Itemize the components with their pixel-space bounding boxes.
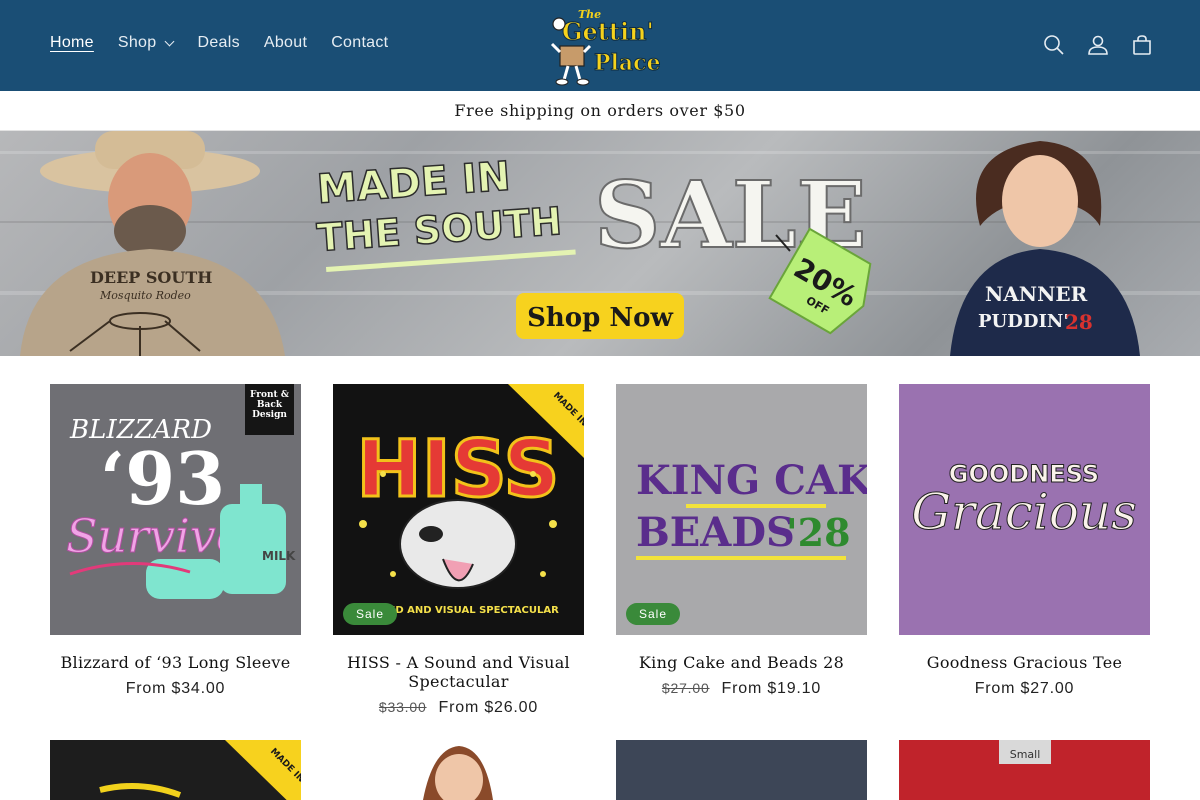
- shop-now-label: Shop Now: [527, 303, 673, 333]
- product-image[interactable]: GOODNESS Gracious: [899, 384, 1150, 635]
- product-image[interactable]: HISS SOUND AND VISUAL SPECTACULAR MADE I…: [333, 384, 584, 635]
- product-card[interactable]: [333, 740, 584, 800]
- right-shirt-text-3: 28: [1065, 310, 1093, 334]
- kingcake-art-text-3: '28: [786, 510, 851, 555]
- product-title[interactable]: Blizzard of ‘93 Long Sleeve: [50, 653, 301, 672]
- product-title[interactable]: King Cake and Beads 28: [616, 653, 867, 672]
- price-old: $33.00: [378, 699, 427, 715]
- left-shirt-text-2: Mosquito Rodeo: [99, 289, 191, 302]
- main-nav: Home Shop Deals About Contact: [38, 30, 400, 56]
- kingcake-art-text-1: KING CAKE: [636, 457, 867, 504]
- nav-home-label: Home: [50, 34, 94, 51]
- product-price: From $27.00: [899, 680, 1150, 698]
- product-card[interactable]: HISS SOUND AND VISUAL SPECTACULAR MADE I…: [333, 384, 584, 717]
- chevron-down-icon: [165, 36, 175, 46]
- product-price: $33.00 From $26.00: [333, 699, 584, 717]
- product-image[interactable]: [616, 740, 867, 800]
- made-in-south-corner: MADE IN THE SOUTH: [225, 740, 301, 800]
- product-image[interactable]: Small: [899, 740, 1150, 800]
- goodness-art-text-2: Gracious: [911, 483, 1137, 541]
- right-shirt-text-2: PUDDIN': [978, 311, 1069, 332]
- product-title[interactable]: HISS - A Sound and Visual Spectacular: [333, 653, 584, 691]
- price-old: $27.00: [661, 680, 710, 696]
- shop-now-button[interactable]: Shop Now: [516, 293, 684, 339]
- product-card[interactable]: KING CAKE BEADS '28 Sale King Cake and B…: [616, 384, 867, 698]
- cart-icon[interactable]: [1130, 28, 1154, 62]
- nav-contact-label: Contact: [331, 34, 389, 51]
- size-tag-text: Small: [1010, 748, 1041, 761]
- nav-about-label: About: [263, 34, 308, 51]
- nav-deals-label: Deals: [197, 34, 240, 51]
- search-icon[interactable]: [1042, 28, 1066, 62]
- nav-shop-label: Shop: [117, 34, 157, 51]
- left-shirt-text-1: DEEP SOUTH: [90, 268, 212, 287]
- right-shirt-text-1: NANNER: [985, 282, 1088, 306]
- product-title[interactable]: Goodness Gracious Tee: [899, 653, 1150, 672]
- milk-text: MILK: [262, 549, 296, 563]
- product-price: $27.00 From $19.10: [616, 680, 867, 698]
- site-header: Home Shop Deals About Contact The Gettin…: [0, 0, 1200, 91]
- nav-about[interactable]: About: [252, 30, 319, 56]
- product-image[interactable]: MADE IN THE SOUTH: [50, 740, 301, 800]
- announcement-text: Free shipping on orders over $50: [454, 101, 746, 120]
- price-current: From $26.00: [438, 699, 539, 716]
- product-card[interactable]: Small: [899, 740, 1150, 800]
- nav-shop[interactable]: Shop: [106, 30, 186, 56]
- made-in-south-corner: MADE IN THE SOUTH: [508, 384, 584, 458]
- nav-home[interactable]: Home: [38, 30, 106, 56]
- product-image[interactable]: BLIZZARD ‘93 Survivor MILK Front & Back …: [50, 384, 301, 635]
- site-logo[interactable]: The Gettin' Place: [540, 4, 661, 88]
- product-price: From $34.00: [50, 680, 301, 698]
- logo-place-text: Place: [594, 50, 660, 76]
- account-icon[interactable]: [1086, 28, 1110, 62]
- hero-banner[interactable]: DEEP SOUTH Mosquito Rodeo MADE IN THE SO…: [0, 131, 1200, 356]
- nav-contact[interactable]: Contact: [319, 30, 400, 56]
- price-current: From $34.00: [125, 680, 226, 697]
- product-image[interactable]: [333, 740, 584, 800]
- sale-badge: Sale: [626, 603, 681, 625]
- nav-deals[interactable]: Deals: [185, 30, 251, 56]
- front-back-badge: Front & Back Design: [245, 384, 294, 435]
- product-card[interactable]: BLIZZARD ‘93 Survivor MILK Front & Back …: [50, 384, 301, 698]
- header-icons: [1042, 28, 1154, 62]
- product-card[interactable]: [616, 740, 867, 800]
- milk-jug-icon: MILK: [220, 484, 296, 594]
- front-back-badge-text: Front & Back Design: [250, 390, 289, 420]
- banner-right-model: NANNER PUDDIN' 28: [950, 141, 1140, 356]
- possum-icon: [399, 499, 517, 589]
- sale-badge: Sale: [343, 603, 398, 625]
- price-current: From $27.00: [974, 680, 1075, 697]
- banner-headline: MADE IN THE SOUTH SALE: [315, 153, 868, 272]
- product-card[interactable]: GOODNESS Gracious Goodness Gracious Tee …: [899, 384, 1150, 698]
- product-card[interactable]: MADE IN THE SOUTH: [50, 740, 301, 800]
- kingcake-art-text-2: BEADS: [636, 509, 795, 556]
- announcement-bar: Free shipping on orders over $50: [0, 91, 1200, 131]
- price-current: From $19.10: [721, 680, 822, 697]
- product-image[interactable]: KING CAKE BEADS '28 Sale: [616, 384, 867, 635]
- banner-left-model: DEEP SOUTH Mosquito Rodeo: [20, 131, 285, 356]
- logo-gettin-text: Gettin': [562, 17, 654, 46]
